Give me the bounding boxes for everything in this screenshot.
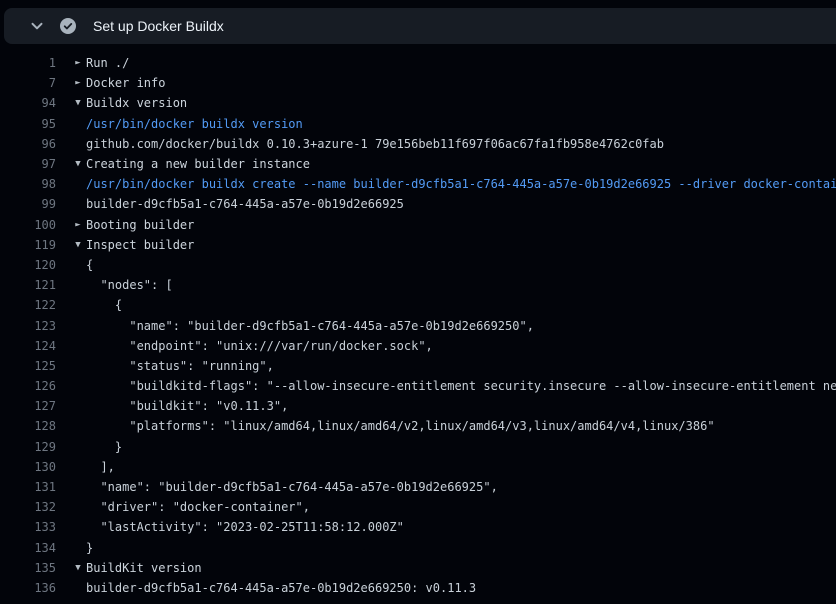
log-line: 130 ], [0,457,836,477]
line-number[interactable]: 136 [0,581,56,595]
line-number[interactable]: 122 [0,298,56,312]
line-number[interactable]: 127 [0,399,56,413]
line-number[interactable]: 124 [0,339,56,353]
line-number[interactable]: 125 [0,359,56,373]
log-text: } [86,541,93,555]
line-number[interactable]: 135 [0,561,56,575]
log-line: 124 "endpoint": "unix:///var/run/docker.… [0,336,836,356]
log-viewer: 1 ► Run ./ 7 ► Docker info 94 ▼ Buildx v… [0,44,836,604]
group-expanded-icon[interactable]: ▼ [70,98,86,108]
log-text: "endpoint": "unix:///var/run/docker.sock… [86,339,433,353]
log-line: 123 "name": "builder-d9cfb5a1-c764-445a-… [0,315,836,335]
log-line: 96 github.com/docker/buildx 0.10.3+azure… [0,134,836,154]
log-text: Run ./ [86,56,129,70]
log-text: /usr/bin/docker buildx version [86,117,303,131]
line-number[interactable]: 94 [0,96,56,110]
line-number[interactable]: 128 [0,419,56,433]
check-circle-icon [60,18,76,34]
group-collapsed-icon[interactable]: ► [70,78,86,88]
log-line[interactable]: 1 ► Run ./ [0,53,836,73]
log-text: Buildx version [86,96,187,110]
log-line: 98 /usr/bin/docker buildx create --name … [0,174,836,194]
log-text: "status": "running", [86,359,274,373]
log-line: 95 /usr/bin/docker buildx version [0,114,836,134]
log-line[interactable]: 97 ▼ Creating a new builder instance [0,154,836,174]
log-text: } [86,440,122,454]
log-text: builder-d9cfb5a1-c764-445a-a57e-0b19d2e6… [86,581,476,595]
log-line: 134 } [0,538,836,558]
line-number[interactable]: 1 [0,56,56,70]
log-text: /usr/bin/docker buildx create --name bui… [86,177,836,191]
log-text: Inspect builder [86,238,194,252]
log-line[interactable]: 119 ▼ Inspect builder [0,235,836,255]
group-collapsed-icon[interactable]: ► [70,220,86,230]
log-line[interactable]: 135 ▼ BuildKit version [0,558,836,578]
log-text: Docker info [86,76,165,90]
log-text: "lastActivity": "2023-02-25T11:58:12.000… [86,520,404,534]
log-text: BuildKit version [86,561,202,575]
log-line: 126 "buildkitd-flags": "--allow-insecure… [0,376,836,396]
group-collapsed-icon[interactable]: ► [70,58,86,68]
line-number[interactable]: 126 [0,379,56,393]
log-text: "name": "builder-d9cfb5a1-c764-445a-a57e… [86,319,534,333]
line-number[interactable]: 130 [0,460,56,474]
line-number[interactable]: 100 [0,218,56,232]
line-number[interactable]: 134 [0,541,56,555]
line-number[interactable]: 132 [0,500,56,514]
log-text: "driver": "docker-container", [86,500,310,514]
log-text: "platforms": "linux/amd64,linux/amd64/v2… [86,419,715,433]
log-line[interactable]: 94 ▼ Buildx version [0,93,836,113]
step-title: Set up Docker Buildx [93,18,224,34]
line-number[interactable]: 119 [0,238,56,252]
log-line: 129 } [0,437,836,457]
log-line[interactable]: 7 ► Docker info [0,73,836,93]
line-number[interactable]: 121 [0,278,56,292]
line-number[interactable]: 129 [0,440,56,454]
line-number[interactable]: 133 [0,520,56,534]
log-line: 122 { [0,295,836,315]
log-line: 127 "buildkit": "v0.11.3", [0,396,836,416]
log-line: 128 "platforms": "linux/amd64,linux/amd6… [0,416,836,436]
line-number[interactable]: 123 [0,319,56,333]
group-expanded-icon[interactable]: ▼ [70,159,86,169]
line-number[interactable]: 96 [0,137,56,151]
log-text: { [86,258,93,272]
log-text: Booting builder [86,218,194,232]
log-text: builder-d9cfb5a1-c764-445a-a57e-0b19d2e6… [86,197,404,211]
log-text: "buildkit": "v0.11.3", [86,399,288,413]
line-number[interactable]: 131 [0,480,56,494]
log-line: 132 "driver": "docker-container", [0,497,836,517]
log-text: "nodes": [ [86,278,173,292]
log-text: ], [86,460,115,474]
log-line: 121 "nodes": [ [0,275,836,295]
log-text: Creating a new builder instance [86,157,310,171]
log-text: github.com/docker/buildx 0.10.3+azure-1 … [86,137,664,151]
log-line: 125 "status": "running", [0,356,836,376]
line-number[interactable]: 95 [0,117,56,131]
step-header[interactable]: Set up Docker Buildx [4,8,836,44]
line-number[interactable]: 97 [0,157,56,171]
group-expanded-icon[interactable]: ▼ [70,240,86,250]
log-line: 136 builder-d9cfb5a1-c764-445a-a57e-0b19… [0,578,836,598]
log-line: 131 "name": "builder-d9cfb5a1-c764-445a-… [0,477,836,497]
line-number[interactable]: 98 [0,177,56,191]
chevron-down-icon[interactable] [30,19,44,33]
log-line[interactable]: 100 ► Booting builder [0,215,836,235]
log-text: "name": "builder-d9cfb5a1-c764-445a-a57e… [86,480,498,494]
log-text: "buildkitd-flags": "--allow-insecure-ent… [86,379,836,393]
log-line: 99 builder-d9cfb5a1-c764-445a-a57e-0b19d… [0,194,836,214]
line-number[interactable]: 99 [0,197,56,211]
line-number[interactable]: 7 [0,76,56,90]
group-expanded-icon[interactable]: ▼ [70,563,86,573]
log-line: 133 "lastActivity": "2023-02-25T11:58:12… [0,517,836,537]
log-line: 120 { [0,255,836,275]
line-number[interactable]: 120 [0,258,56,272]
log-text: { [86,298,122,312]
